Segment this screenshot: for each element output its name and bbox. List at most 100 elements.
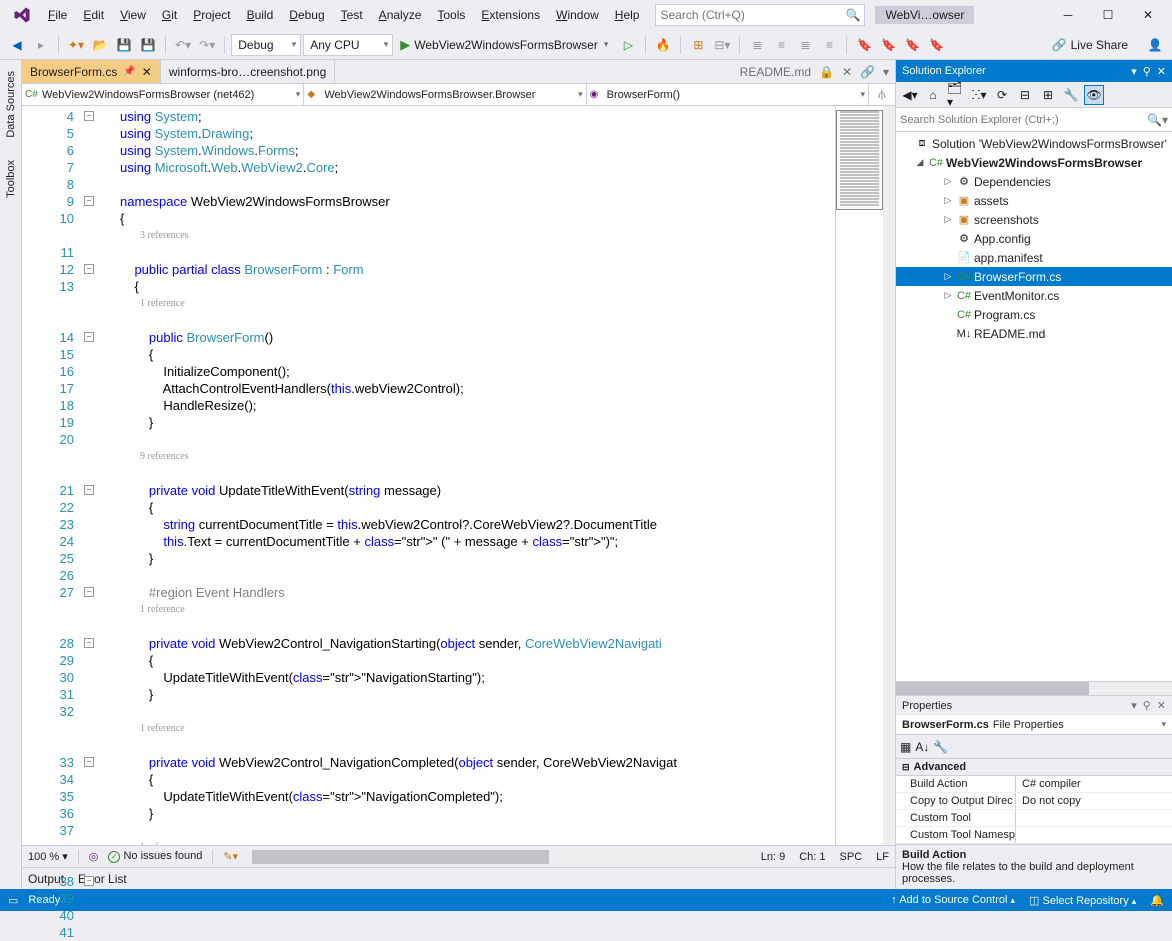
panel-pin-icon[interactable]: ⚲ (1143, 699, 1151, 712)
live-share-button[interactable]: 🔗 Live Share (1046, 38, 1134, 52)
menu-test[interactable]: Test (333, 0, 371, 30)
data-sources-tab[interactable]: Data Sources (2, 64, 20, 145)
panel-close-icon[interactable]: ✕ (1157, 65, 1166, 78)
tb-btn-1[interactable]: ⊞ (687, 34, 709, 56)
vertical-scrollbar[interactable] (883, 106, 895, 845)
close-button[interactable]: ✕ (1128, 3, 1168, 27)
solution-tree[interactable]: ⧈Solution 'WebView2WindowsFormsBrowser'◢… (896, 132, 1172, 681)
tb-bookmark-4[interactable]: 🔖 (925, 34, 947, 56)
properties-object-combo[interactable]: BrowserForm.csFile Properties ▾ (896, 715, 1172, 735)
nav-class-combo[interactable]: ◆WebView2WindowsFormsBrowser.Browser (304, 84, 586, 105)
menu-git[interactable]: Git (154, 0, 185, 30)
property-row[interactable]: Custom Tool (896, 810, 1172, 827)
account-button[interactable]: 👤 (1144, 34, 1166, 56)
panel-menu-icon[interactable]: ▾ (1131, 699, 1137, 712)
solution-explorer-header[interactable]: Solution Explorer ▾⚲✕ (896, 60, 1172, 82)
property-row[interactable]: Build ActionC# compiler (896, 776, 1172, 793)
tree-node[interactable]: ▷C#BrowserForm.cs (896, 267, 1172, 286)
select-repository[interactable]: ◫ Select Repository ▴ (1029, 894, 1136, 907)
notifications-icon[interactable]: 🔔 (1150, 894, 1164, 907)
nav-forward-button[interactable]: ▸ (30, 34, 52, 56)
wrench-icon[interactable]: 🔧 (933, 740, 948, 754)
solution-hscroll[interactable] (896, 681, 1172, 695)
start-no-debug-button[interactable]: ▷ (617, 34, 639, 56)
se-back-icon[interactable]: ◀▾ (900, 85, 920, 105)
lock-icon[interactable]: 🔒 (819, 65, 834, 79)
split-editor-icon[interactable]: ⫛ (869, 84, 895, 105)
properties-header[interactable]: Properties ▾⚲✕ (896, 695, 1172, 715)
tb-bookmark-3[interactable]: 🔖 (901, 34, 923, 56)
intellicode-icon[interactable]: ✎▾ (223, 850, 238, 863)
overflow-menu-icon[interactable]: ▾ (883, 65, 889, 79)
menu-view[interactable]: View (112, 0, 154, 30)
tb-bookmark-1[interactable]: 🔖 (853, 34, 875, 56)
undo-button[interactable]: ↶▾ (172, 34, 194, 56)
pin-icon[interactable]: 📌 (123, 66, 135, 77)
nav-back-button[interactable]: ◀ (6, 34, 28, 56)
global-search[interactable]: 🔍 (655, 4, 865, 26)
se-properties-icon[interactable]: 🔧 (1061, 85, 1081, 105)
encoding-indicator[interactable]: SPC (840, 851, 863, 863)
tb-btn-4[interactable]: ≡ (770, 34, 792, 56)
platform-combo[interactable]: Any CPU (303, 34, 393, 56)
alphabetical-icon[interactable]: A↓ (915, 740, 929, 754)
panel-close-icon[interactable]: ✕ (1157, 699, 1166, 712)
tab-right-label[interactable]: README.md (740, 65, 811, 79)
solution-search[interactable]: 🔍▾ (896, 108, 1172, 132)
link-icon[interactable]: 🔗 (860, 65, 875, 79)
solution-search-input[interactable] (900, 114, 1147, 126)
save-button[interactable]: 💾 (113, 34, 135, 56)
panel-pin-icon[interactable]: ⚲ (1143, 65, 1151, 78)
menu-help[interactable]: Help (607, 0, 648, 30)
menu-analyze[interactable]: Analyze (371, 0, 430, 30)
se-sync-icon[interactable]: ⟳ (992, 85, 1012, 105)
tree-node[interactable]: 📄app.manifest (896, 248, 1172, 267)
tb-btn-5[interactable]: ≣ (794, 34, 816, 56)
close-tab-icon[interactable]: ✕ (142, 65, 152, 79)
menu-build[interactable]: Build (239, 0, 282, 30)
se-collapse-icon[interactable]: ⊟ (1015, 85, 1035, 105)
tree-node[interactable]: ▷▣screenshots (896, 210, 1172, 229)
property-row[interactable]: Custom Tool Namesp (896, 827, 1172, 844)
toolbox-tab[interactable]: Toolbox (2, 153, 20, 205)
code-content[interactable]: using System;using System.Drawing;using … (116, 106, 835, 845)
add-source-control[interactable]: ↑ Add to Source Control ▴ (891, 894, 1015, 906)
nav-project-combo[interactable]: C#WebView2WindowsFormsBrowser (net462) (22, 84, 304, 105)
search-input[interactable] (660, 8, 845, 22)
tb-btn-6[interactable]: ≡ (818, 34, 840, 56)
se-filter-icon[interactable]: ⵘ▾ (969, 85, 989, 105)
tb-bookmark-2[interactable]: 🔖 (877, 34, 899, 56)
tree-node[interactable]: C#Program.cs (896, 305, 1172, 324)
nav-member-combo[interactable]: ◉BrowserForm() (587, 84, 869, 105)
property-row[interactable]: Copy to Output DirecDo not copy (896, 793, 1172, 810)
tree-node[interactable]: ▷⚙Dependencies (896, 172, 1172, 191)
categorized-icon[interactable]: ▦ (900, 740, 911, 754)
issues-indicator[interactable]: ✓ No issues found (108, 850, 202, 863)
se-switch-icon[interactable]: 🗂▾ (946, 85, 966, 105)
hot-reload-button[interactable]: 🔥 (652, 34, 674, 56)
redo-button[interactable]: ↷▾ (196, 34, 218, 56)
se-showall-icon[interactable]: ⊞ (1038, 85, 1058, 105)
configuration-combo[interactable]: Debug (231, 34, 301, 56)
eol-indicator[interactable]: LF (876, 851, 889, 863)
tb-btn-2[interactable]: ⊟▾ (711, 34, 733, 56)
close-right-icon[interactable]: ✕ (842, 65, 852, 79)
menu-file[interactable]: File (40, 0, 75, 30)
new-item-button[interactable]: ✦▾ (65, 34, 87, 56)
code-editor[interactable]: 4−56789−101112−1314−15161718192021−22232… (22, 106, 895, 845)
minimize-button[interactable]: ─ (1048, 3, 1088, 27)
tree-node[interactable]: ◢C#WebView2WindowsFormsBrowser (896, 153, 1172, 172)
se-preview-icon[interactable]: 👁 (1084, 85, 1104, 105)
start-debug-button[interactable]: ▶ WebView2WindowsFormsBrowser ▾ (395, 34, 615, 56)
tree-node[interactable]: ⚙App.config (896, 229, 1172, 248)
tree-node[interactable]: M↓README.md (896, 324, 1172, 343)
panel-menu-icon[interactable]: ▾ (1131, 65, 1137, 78)
tree-node[interactable]: ▷C#EventMonitor.cs (896, 286, 1172, 305)
properties-grid[interactable]: ⊟ AdvancedBuild ActionC# compilerCopy to… (896, 759, 1172, 844)
open-button[interactable]: 📂 (89, 34, 111, 56)
menu-debug[interactable]: Debug (281, 0, 332, 30)
save-all-button[interactable]: 💾 (137, 34, 159, 56)
code-minimap[interactable] (835, 106, 895, 845)
menu-project[interactable]: Project (185, 0, 238, 30)
tab-screenshot[interactable]: winforms-bro…creenshot.png (161, 60, 335, 83)
